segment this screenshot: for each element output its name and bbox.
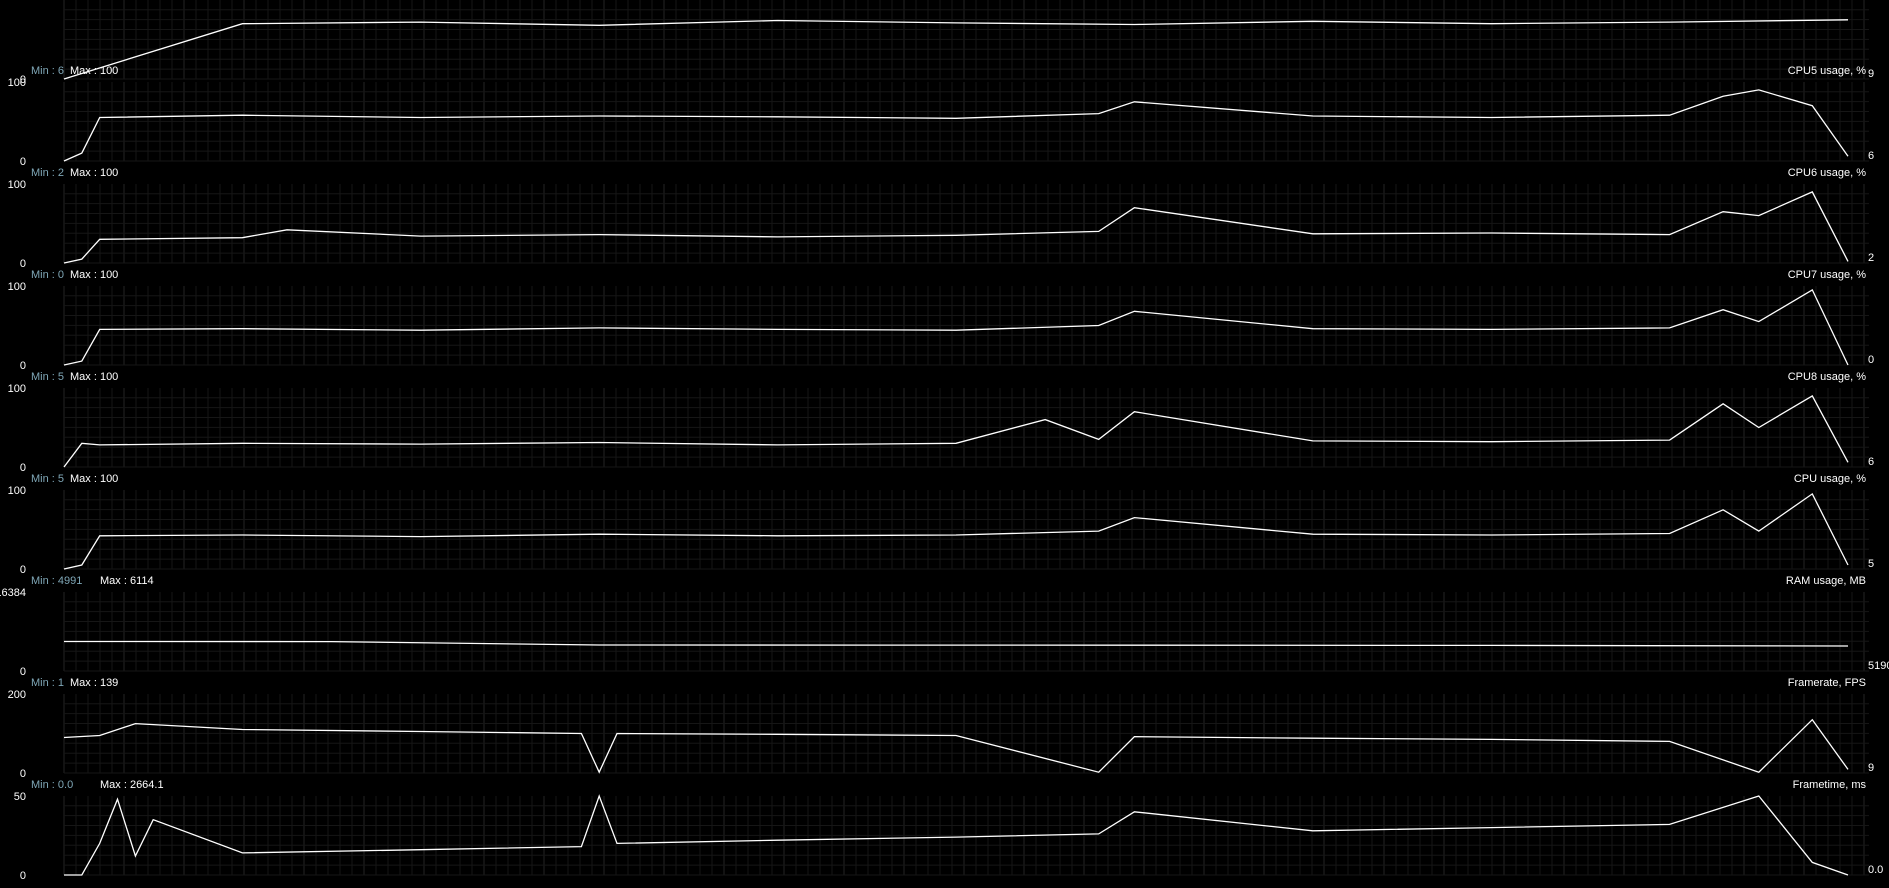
y-tick-label: 0 bbox=[20, 870, 26, 882]
y-tick-label: 100 bbox=[8, 179, 26, 191]
current-value-label: 5190 bbox=[1868, 660, 1889, 672]
graph-title: RAM usage, MB bbox=[1786, 575, 1866, 587]
graph-title: CPU8 usage, % bbox=[1788, 371, 1866, 383]
max-value-label: Max : 139 bbox=[70, 677, 118, 689]
series-line bbox=[63, 640, 1849, 647]
series-line bbox=[63, 288, 1849, 366]
current-value-label: 2 bbox=[1868, 252, 1874, 264]
min-value-label: Min : 4991 bbox=[31, 575, 82, 587]
y-tick-label: 50 bbox=[14, 791, 26, 803]
series-line bbox=[63, 394, 1849, 468]
grid bbox=[63, 592, 1869, 672]
current-value-label: 9 bbox=[1868, 762, 1874, 774]
grid bbox=[63, 0, 1869, 80]
current-value-label: 9 bbox=[1868, 68, 1874, 80]
series-line bbox=[63, 191, 1849, 264]
y-tick-label: 0 bbox=[20, 462, 26, 474]
graph-title: Frametime, ms bbox=[1793, 779, 1867, 791]
grid bbox=[63, 388, 1869, 468]
max-value-label: Max : 100 bbox=[70, 269, 118, 281]
y-tick-label: 0 bbox=[20, 258, 26, 270]
graph-panel: Min : 0 Max : 100 CPU7 usage, % 100 0 0 bbox=[8, 269, 1874, 372]
graph-panel: 09 bbox=[20, 0, 1874, 86]
grid bbox=[63, 490, 1869, 570]
max-value-label: Max : 2664.1 bbox=[100, 779, 164, 791]
y-tick-label: 100 bbox=[8, 77, 26, 89]
min-value-label: Min : 0.0 bbox=[31, 779, 73, 791]
max-value-label: Max : 6114 bbox=[100, 575, 154, 587]
y-tick-label: 200 bbox=[8, 689, 26, 701]
y-tick-label: 0 bbox=[20, 360, 26, 372]
max-value-label: Max : 100 bbox=[70, 65, 118, 77]
graphs-svg: 0 9Min : 6 Max : 100 CPU5 usage, %1000 6Min … bbox=[0, 0, 1889, 882]
series-line bbox=[63, 89, 1849, 162]
series-line bbox=[63, 492, 1849, 570]
graph-panel: Min : 4991 Max : 6114 RAM usage, MB 16384 0 5… bbox=[0, 575, 1889, 678]
y-tick-label: 100 bbox=[8, 281, 26, 293]
graph-panel: Min : 6 Max : 100 CPU5 usage, % 100 0 6 bbox=[8, 65, 1874, 168]
current-value-label: 5 bbox=[1868, 558, 1874, 570]
graph-panel: Min : 5 Max : 100 CPU8 usage, % 100 0 6 bbox=[8, 371, 1874, 474]
y-tick-label: 0 bbox=[20, 564, 26, 576]
graph-panel: Min : 5 Max : 100 CPU usage, % 100 0 5 bbox=[8, 473, 1874, 576]
graph-title: CPU6 usage, % bbox=[1788, 167, 1866, 179]
y-tick-label: 0 bbox=[20, 768, 26, 780]
min-value-label: Min : 0 bbox=[31, 269, 64, 281]
grid bbox=[63, 694, 1869, 774]
graph-panel: Min : 1 Max : 139 Framerate, FPS 200 0 9 bbox=[8, 677, 1874, 780]
graph-title: CPU7 usage, % bbox=[1788, 269, 1866, 281]
min-value-label: Min : 5 bbox=[31, 473, 64, 485]
current-value-label: 6 bbox=[1868, 456, 1874, 468]
y-tick-label: 0 bbox=[20, 666, 26, 678]
min-value-label: Min : 5 bbox=[31, 371, 64, 383]
y-tick-label: 100 bbox=[8, 383, 26, 395]
graph-panel: Min : 0.0 Max : 2664.1 Frametime, ms 50 0 0.0 bbox=[14, 779, 1884, 882]
current-value-label: 0 bbox=[1868, 354, 1874, 366]
series-line bbox=[63, 718, 1849, 774]
current-value-label: 6 bbox=[1868, 150, 1874, 162]
min-value-label: Min : 2 bbox=[31, 167, 64, 179]
graph-title: CPU5 usage, % bbox=[1788, 65, 1866, 77]
y-tick-label: 0 bbox=[20, 156, 26, 168]
max-value-label: Max : 100 bbox=[70, 167, 118, 179]
graph-title: Framerate, FPS bbox=[1788, 677, 1866, 689]
max-value-label: Max : 100 bbox=[70, 371, 118, 383]
min-value-label: Min : 1 bbox=[31, 677, 64, 689]
max-value-label: Max : 100 bbox=[70, 473, 118, 485]
grid bbox=[63, 286, 1869, 366]
graph-panel: Min : 2 Max : 100 CPU6 usage, % 100 0 2 bbox=[8, 167, 1874, 270]
grid bbox=[63, 796, 1869, 876]
y-tick-label: 100 bbox=[8, 485, 26, 497]
min-value-label: Min : 6 bbox=[31, 65, 64, 77]
hardware-monitor-graphs: 0 9 Min : 6 Max : 100 CPU5 usage, % 100 0 6 Min … bbox=[0, 0, 1889, 888]
grid bbox=[63, 82, 1869, 162]
y-tick-label: 16384 bbox=[0, 587, 26, 599]
graph-title: CPU usage, % bbox=[1794, 473, 1866, 485]
grid bbox=[63, 184, 1869, 264]
current-value-label: 0.0 bbox=[1868, 864, 1883, 876]
